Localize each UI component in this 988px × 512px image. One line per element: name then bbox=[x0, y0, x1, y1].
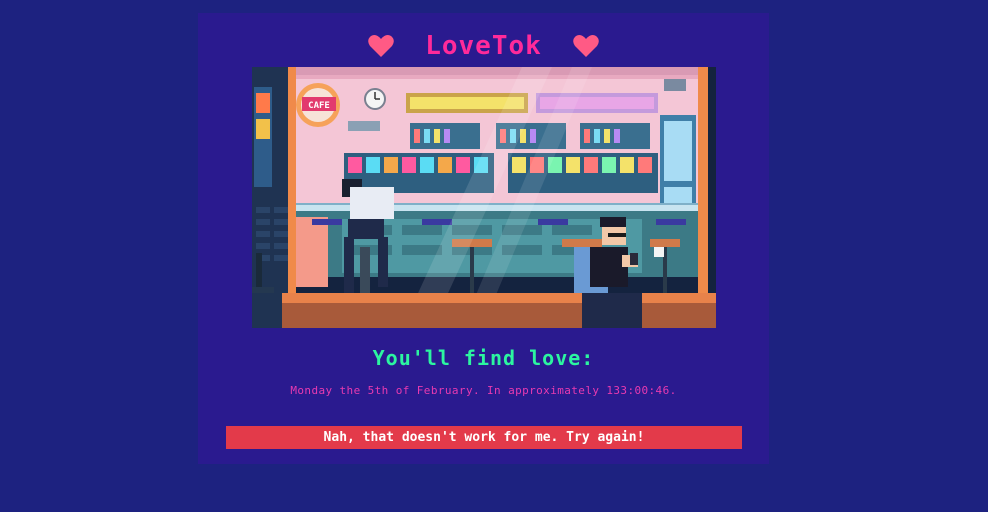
try-again-button[interactable]: Nah, that doesn't work for me. Try again… bbox=[226, 426, 742, 449]
main-card: LoveTok CAFE You'll find love: Monday th… bbox=[198, 13, 769, 464]
love-prediction: Monday the 5th of February. In approxima… bbox=[290, 384, 677, 397]
pixel-art-illustration: CAFE bbox=[252, 67, 716, 328]
heart-icon bbox=[367, 32, 395, 60]
header: LoveTok bbox=[198, 27, 769, 65]
app-title: LoveTok bbox=[425, 31, 542, 61]
result-headline: You'll find love: bbox=[372, 346, 595, 370]
heart-icon bbox=[572, 32, 600, 60]
cafe-sign-text: CAFE bbox=[308, 101, 330, 111]
